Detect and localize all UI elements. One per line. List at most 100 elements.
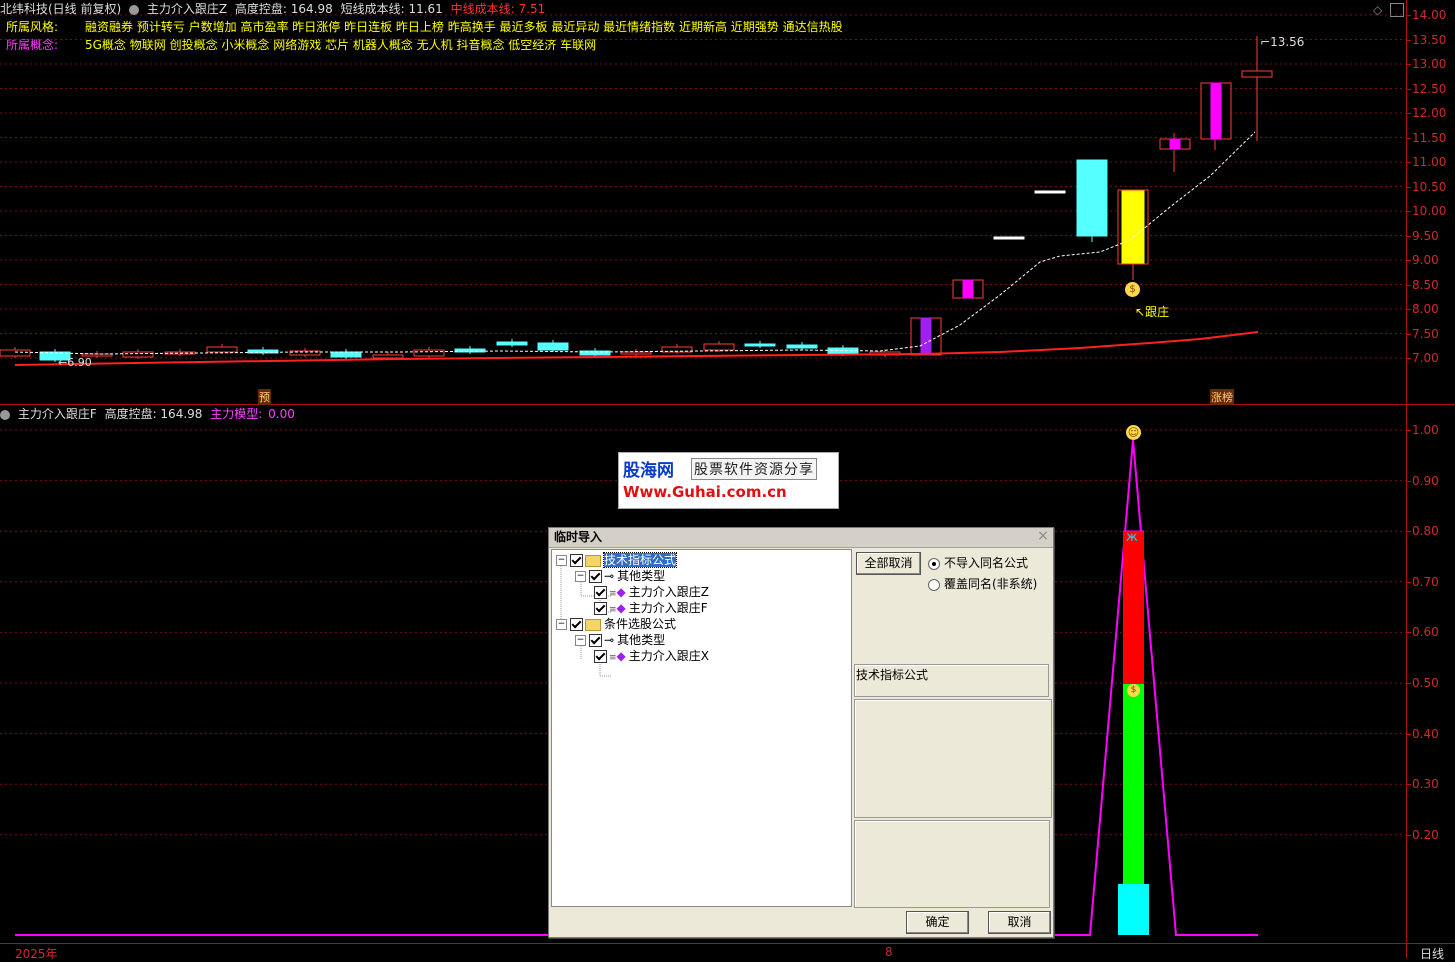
model-tick-mark [1406, 784, 1411, 786]
tree-node[interactable]: − ⊸ 其他类型 [575, 568, 665, 584]
price-tick-mark [1406, 137, 1411, 139]
price-tick-mark [1406, 113, 1411, 114]
checkbox[interactable] [570, 554, 583, 567]
high-price-label: ⌐13.56 [1260, 35, 1305, 49]
candle-marker [920, 317, 932, 356]
radio-on-icon[interactable] [928, 557, 940, 570]
radio-skip-duplicates[interactable]: 不导入同名公式 [928, 554, 1028, 571]
checkbox[interactable] [594, 586, 607, 599]
price-tick-mark [1406, 333, 1411, 335]
price-tick-mark [1406, 88, 1411, 90]
checkbox[interactable] [589, 570, 602, 583]
price-tick: 7.00 [1412, 351, 1439, 365]
radio-off-icon[interactable] [928, 578, 940, 591]
checkbox[interactable] [594, 650, 607, 663]
watermark-logo: 股海网 股票软件资源分享 Www.Guhai.com.cn [618, 452, 839, 509]
key-icon: ⊸ [604, 633, 615, 647]
mid-cost-line [14, 331, 1259, 366]
diamond-icon: ◆ [616, 601, 626, 615]
tree-node-label: 主力介入跟庄F [628, 601, 708, 615]
type-panel: 技术指标公式 [854, 664, 1049, 697]
price-tick-mark [1406, 358, 1411, 359]
period-label[interactable]: 日线 [1420, 945, 1444, 962]
tree-node[interactable]: ≡◆ 主力介入跟庄Z [594, 584, 709, 600]
price-tick-mark [1406, 64, 1411, 65]
model-tick: 0.30 [1412, 777, 1439, 792]
model-tick: 0.90 [1412, 473, 1439, 488]
tree-node[interactable]: − 条件选股公式 [556, 616, 676, 632]
tree-node[interactable]: ≡◆ 主力介入跟庄X [594, 648, 709, 664]
close-icon[interactable]: × [1036, 529, 1050, 544]
watermark-line2: 股票软件资源分享 [691, 458, 817, 480]
tree-node[interactable]: ≡◆ 主力介入跟庄F [594, 600, 708, 616]
lower-toggle-icon[interactable] [0, 409, 10, 420]
model-tick: 0.70 [1412, 574, 1439, 589]
cancel-button[interactable]: 取消 [988, 911, 1051, 934]
candle-up [122, 351, 154, 358]
price-tick-mark [1406, 309, 1411, 310]
candle-down [496, 341, 528, 346]
short-cost-line [14, 131, 1256, 355]
formula-icon: ≡ [609, 605, 617, 615]
model-tick-mark [1406, 531, 1411, 533]
candle-up [372, 354, 404, 359]
radio-overwrite[interactable]: 覆盖同名(非系统) [928, 575, 1037, 592]
price-tick: 10.50 [1412, 179, 1447, 194]
money-bag-icon: $ [1125, 282, 1140, 297]
model-tick: 0.80 [1412, 524, 1439, 539]
price-tick: 12.00 [1412, 106, 1447, 120]
watermark-line3: Www.Guhai.com.cn [623, 483, 787, 501]
price-tick-mark [1406, 39, 1411, 41]
diamond-icon: ◆ [616, 649, 626, 663]
tree-node-label: 主力介入跟庄X [628, 649, 710, 663]
radio-skip-label: 不导入同名公式 [944, 556, 1029, 570]
month-label: 8 [885, 945, 893, 959]
tree-node-label: 条件选股公式 [604, 617, 677, 631]
lower-model-value: 0.00 [268, 407, 295, 421]
candle-doji [1034, 190, 1066, 194]
checkbox[interactable] [570, 618, 583, 631]
price-tick: 11.00 [1412, 155, 1447, 169]
tree-node-label: 其他类型 [617, 569, 666, 583]
collapse-icon[interactable]: − [556, 555, 567, 566]
candle-down [1076, 159, 1108, 237]
key-icon: ⊸ [604, 569, 615, 583]
model-tick: 0.40 [1412, 726, 1439, 741]
checkbox[interactable] [589, 634, 602, 647]
price-tick: 11.50 [1412, 130, 1447, 145]
price-tick-mark [1406, 260, 1411, 261]
collapse-icon[interactable]: − [575, 635, 586, 646]
tree-node[interactable]: − 技术指标公式 [556, 552, 678, 568]
model-tick-mark [1406, 430, 1411, 431]
tree-node[interactable]: − ⊸ 其他类型 [575, 632, 665, 648]
tree-node-label: 主力介入跟庄Z [628, 585, 710, 599]
model-tick-mark [1406, 733, 1411, 735]
formula-icon: ≡ [609, 589, 617, 599]
collapse-icon[interactable]: − [575, 571, 586, 582]
pre-marker: 预 [258, 389, 271, 405]
smiley-icon: ☺ [1126, 425, 1141, 440]
collapse-icon[interactable]: − [556, 619, 567, 630]
candle-down [786, 344, 818, 349]
watermark-line1: 股海网 [623, 461, 674, 481]
formula-tree[interactable]: − 技术指标公式 − ⊸ 其他类型 ≡◆ 主力介入跟庄Z ≡◆ 主力介入跟庄F − 条件选股公式 − ⊸… [551, 549, 852, 907]
candle-up [206, 346, 238, 353]
candle-down [330, 351, 362, 358]
tree-node-label: 其他类型 [617, 633, 666, 647]
radio-overwrite-label: 覆盖同名(非系统) [944, 577, 1038, 591]
type-label: 技术指标公式 [856, 668, 929, 682]
year-label: 2025年 [15, 947, 58, 961]
price-tick: 9.50 [1412, 228, 1439, 243]
lower-model-label: 主力模型: [210, 407, 263, 421]
candle-up [0, 349, 31, 357]
lower-header: 主力介入跟庄F 高度控盘: 164.98 主力模型: 0.00 [0, 405, 299, 423]
model-tick: 0.60 [1412, 625, 1439, 640]
candle-up [620, 351, 652, 355]
money-bag-lower-icon: $ [1127, 684, 1140, 697]
ok-button[interactable]: 确定 [906, 911, 969, 934]
lower-indicator-name[interactable]: 主力介入跟庄F [18, 407, 97, 421]
tree-node-label: 技术指标公式 [602, 552, 678, 568]
candle-down [827, 347, 859, 355]
deselect-all-button[interactable]: 全部取消 [856, 552, 921, 575]
checkbox[interactable] [594, 602, 607, 615]
